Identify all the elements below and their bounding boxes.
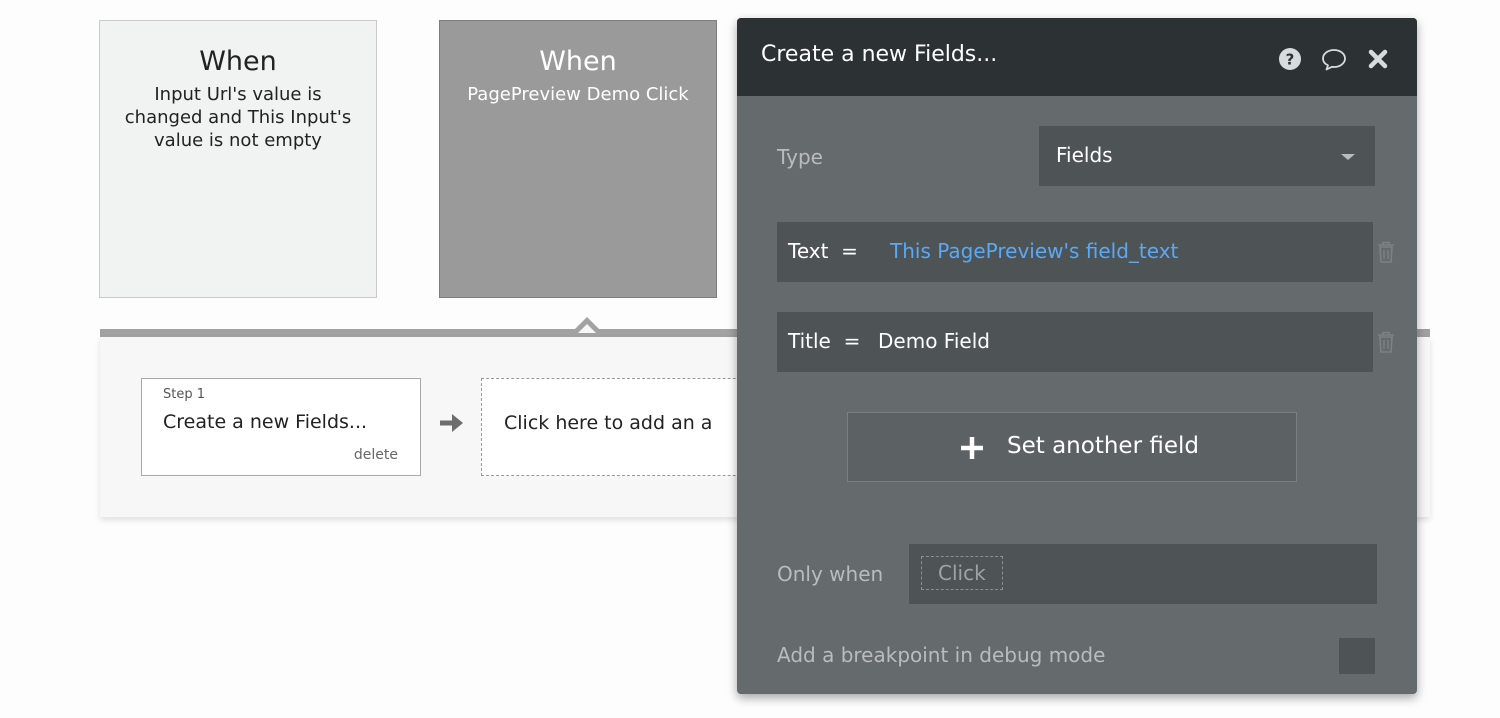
field-key: Text = [788,239,858,263]
event-when-label: When [539,46,617,77]
chevron-down-icon [1341,154,1355,160]
trash-icon[interactable] [1377,330,1395,354]
only-when-placeholder: Click [921,556,1003,590]
property-editor-panel: Create a new Fields... ? Type Fields Tex… [737,18,1417,694]
arrow-right-icon [440,414,463,432]
field-row-title[interactable]: Title = Demo Field [777,312,1373,372]
add-action-placeholder[interactable]: Click here to add an a [481,378,781,476]
comment-icon[interactable] [1321,46,1347,72]
help-icon[interactable]: ? [1277,46,1303,72]
set-another-field-button[interactable]: Set another field [847,412,1297,482]
step-delete-link[interactable]: delete [354,447,398,463]
type-dropdown-value: Fields [1056,143,1113,167]
only-when-label: Only when [777,562,884,586]
close-icon[interactable] [1365,46,1391,72]
workflow-step-1[interactable]: Step 1 Create a new Fields... delete [141,378,421,476]
svg-text:?: ? [1286,51,1295,69]
field-row-text[interactable]: Text = This PagePreview's field_text [777,222,1373,282]
type-dropdown[interactable]: Fields [1039,126,1375,186]
event-condition: Input Url's value is changed and This In… [124,84,352,151]
plus-icon [961,437,983,459]
event-when-label: When [199,46,277,77]
add-action-label: Click here to add an a [504,412,713,434]
type-label: Type [777,145,823,169]
set-another-field-label: Set another field [1007,433,1199,459]
panel-header: Create a new Fields... ? [737,18,1417,96]
breakpoint-checkbox[interactable] [1339,638,1375,674]
field-value: Demo Field [878,329,990,353]
event-condition: PagePreview Demo Click [467,84,689,105]
step-title: Create a new Fields... [163,411,368,433]
event-card-input-url[interactable]: When Input Url's value is changed and Th… [99,20,377,298]
panel-title: Create a new Fields... [761,42,998,67]
step-number-label: Step 1 [163,387,206,402]
trash-icon[interactable] [1377,240,1395,264]
selected-event-pointer-inner [578,324,596,333]
breakpoint-label: Add a breakpoint in debug mode [777,643,1106,667]
only-when-input[interactable]: Click [909,544,1377,604]
field-value: This PagePreview's field_text [890,239,1179,263]
event-card-pagepreview-click[interactable]: When PagePreview Demo Click [439,20,717,298]
field-key: Title = [788,329,861,353]
